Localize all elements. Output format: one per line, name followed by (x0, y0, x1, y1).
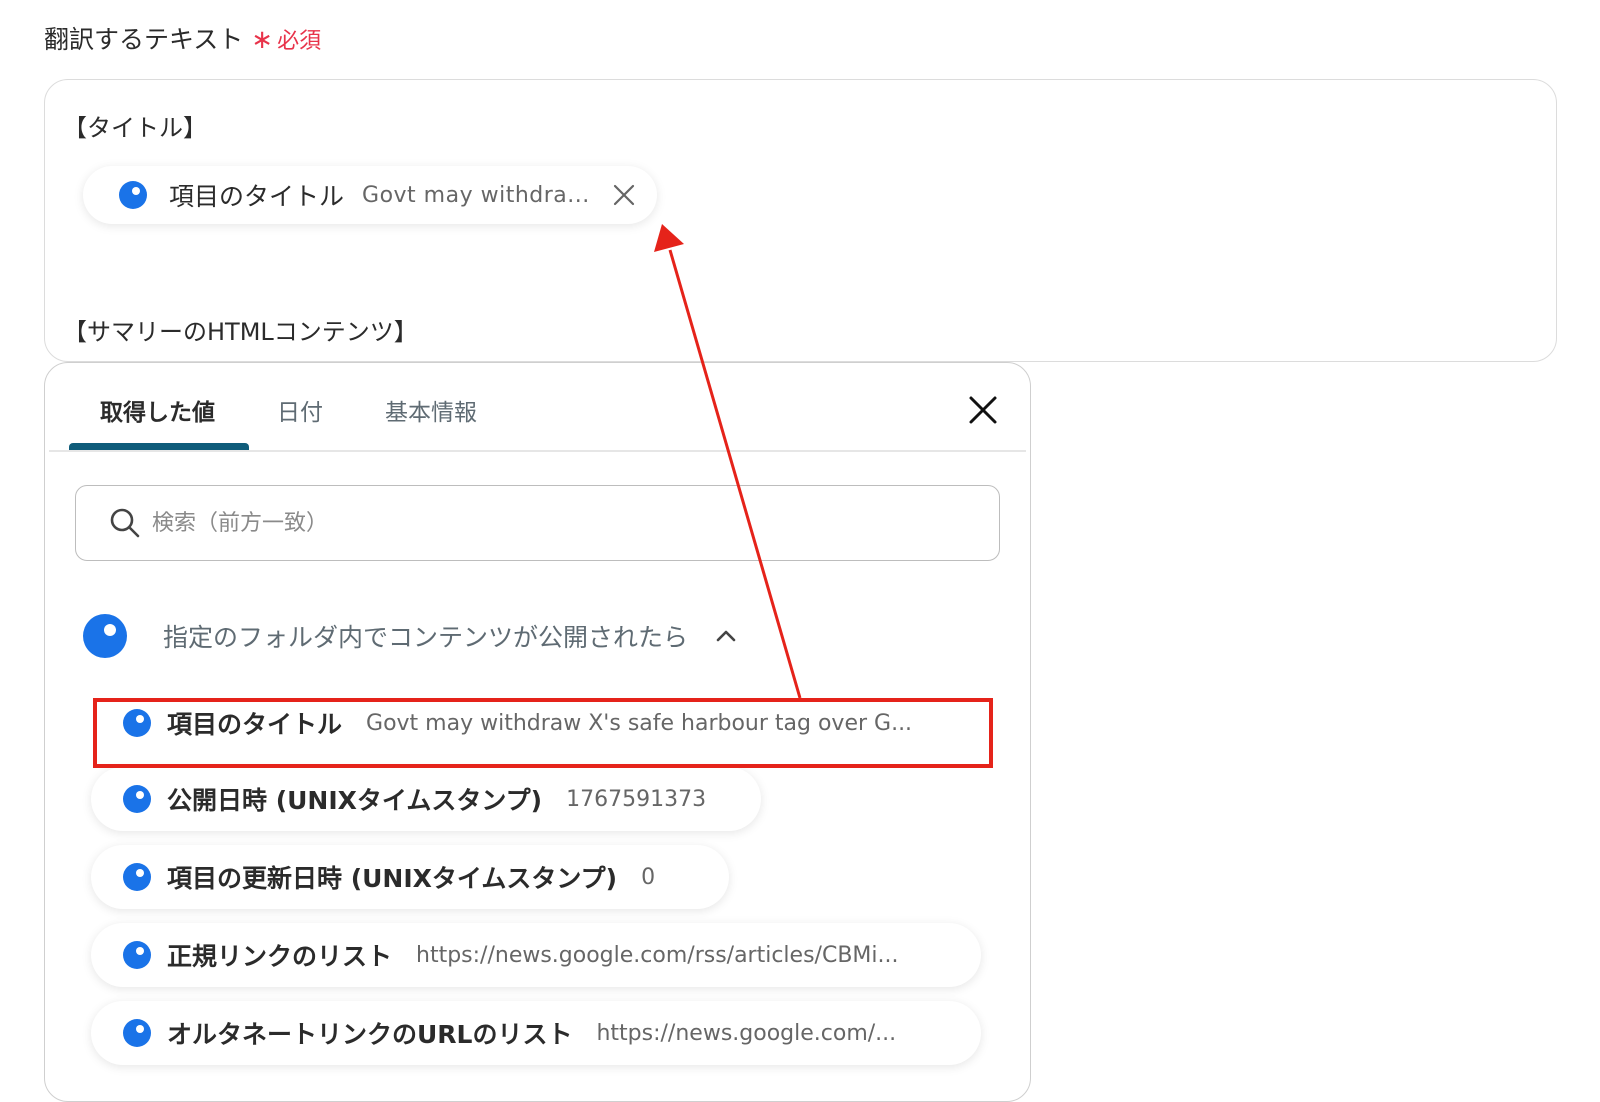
close-icon[interactable] (609, 180, 639, 210)
group-title: 指定のフォルダ内でコンテンツが公開されたら (163, 623, 689, 652)
item-value: 1767591373 (566, 786, 707, 812)
picker-tabs: 取得した値 日付 基本情報 (45, 363, 1030, 453)
tab-acquired-values[interactable]: 取得した値 (100, 393, 215, 427)
token-label: 項目のタイトル (169, 182, 345, 211)
source-dot-icon (123, 785, 151, 813)
search-input[interactable] (150, 509, 954, 537)
source-dot-icon (123, 941, 151, 969)
source-dot-icon (119, 181, 147, 209)
item-value: https://news.google.com/rss/articles/CBM… (416, 942, 899, 968)
search-box[interactable] (75, 485, 1000, 561)
translation-text-editor[interactable]: 【タイトル】 項目のタイトル Govt may withdra... 【サマリー… (44, 79, 1557, 362)
item-value: 0 (641, 864, 656, 890)
annotation-highlight-box (93, 698, 993, 768)
source-dot-icon (123, 1019, 151, 1047)
source-dot-icon (83, 614, 127, 658)
search-icon (110, 508, 140, 538)
item-label: オルタネートリンクのURLのリスト (167, 1020, 573, 1049)
field-label-text: 翻訳するテキスト (44, 25, 244, 54)
trigger-group-header[interactable]: 指定のフォルダ内でコンテンツが公開されたら (83, 611, 738, 661)
list-item[interactable]: 正規リンクのリスト https://news.google.com/rss/ar… (91, 923, 981, 987)
list-item[interactable]: 項目の更新日時 (UNIXタイムスタンプ) 0 (91, 845, 729, 909)
required-marker: ∗ 必須 (251, 23, 321, 55)
item-value: https://news.google.com/... (596, 1020, 897, 1046)
item-label: 正規リンクのリスト (167, 942, 393, 971)
chevron-up-icon[interactable] (714, 624, 738, 648)
active-tab-indicator (69, 443, 249, 450)
field-label: 翻訳するテキスト ∗ 必須 (44, 20, 321, 56)
variable-token-chip[interactable]: 項目のタイトル Govt may withdra... (83, 166, 657, 224)
tabs-divider (49, 450, 1026, 452)
required-text: 必須 (277, 29, 322, 54)
close-icon[interactable] (966, 393, 1000, 427)
list-item[interactable]: 公開日時 (UNIXタイムスタンプ) 1767591373 (91, 767, 761, 831)
required-star: ∗ (251, 25, 274, 55)
tab-date[interactable]: 日付 (277, 393, 323, 427)
editor-line-title: 【タイトル】 (63, 114, 207, 142)
item-label: 項目の更新日時 (UNIXタイムスタンプ) (167, 864, 618, 893)
token-value: Govt may withdra... (362, 182, 590, 208)
editor-line-summary: 【サマリーのHTMLコンテンツ】 (63, 318, 418, 346)
list-item[interactable]: オルタネートリンクのURLのリスト https://news.google.co… (91, 1001, 981, 1065)
tab-basic-info[interactable]: 基本情報 (385, 393, 477, 427)
source-dot-icon (123, 863, 151, 891)
item-label: 公開日時 (UNIXタイムスタンプ) (167, 786, 543, 815)
